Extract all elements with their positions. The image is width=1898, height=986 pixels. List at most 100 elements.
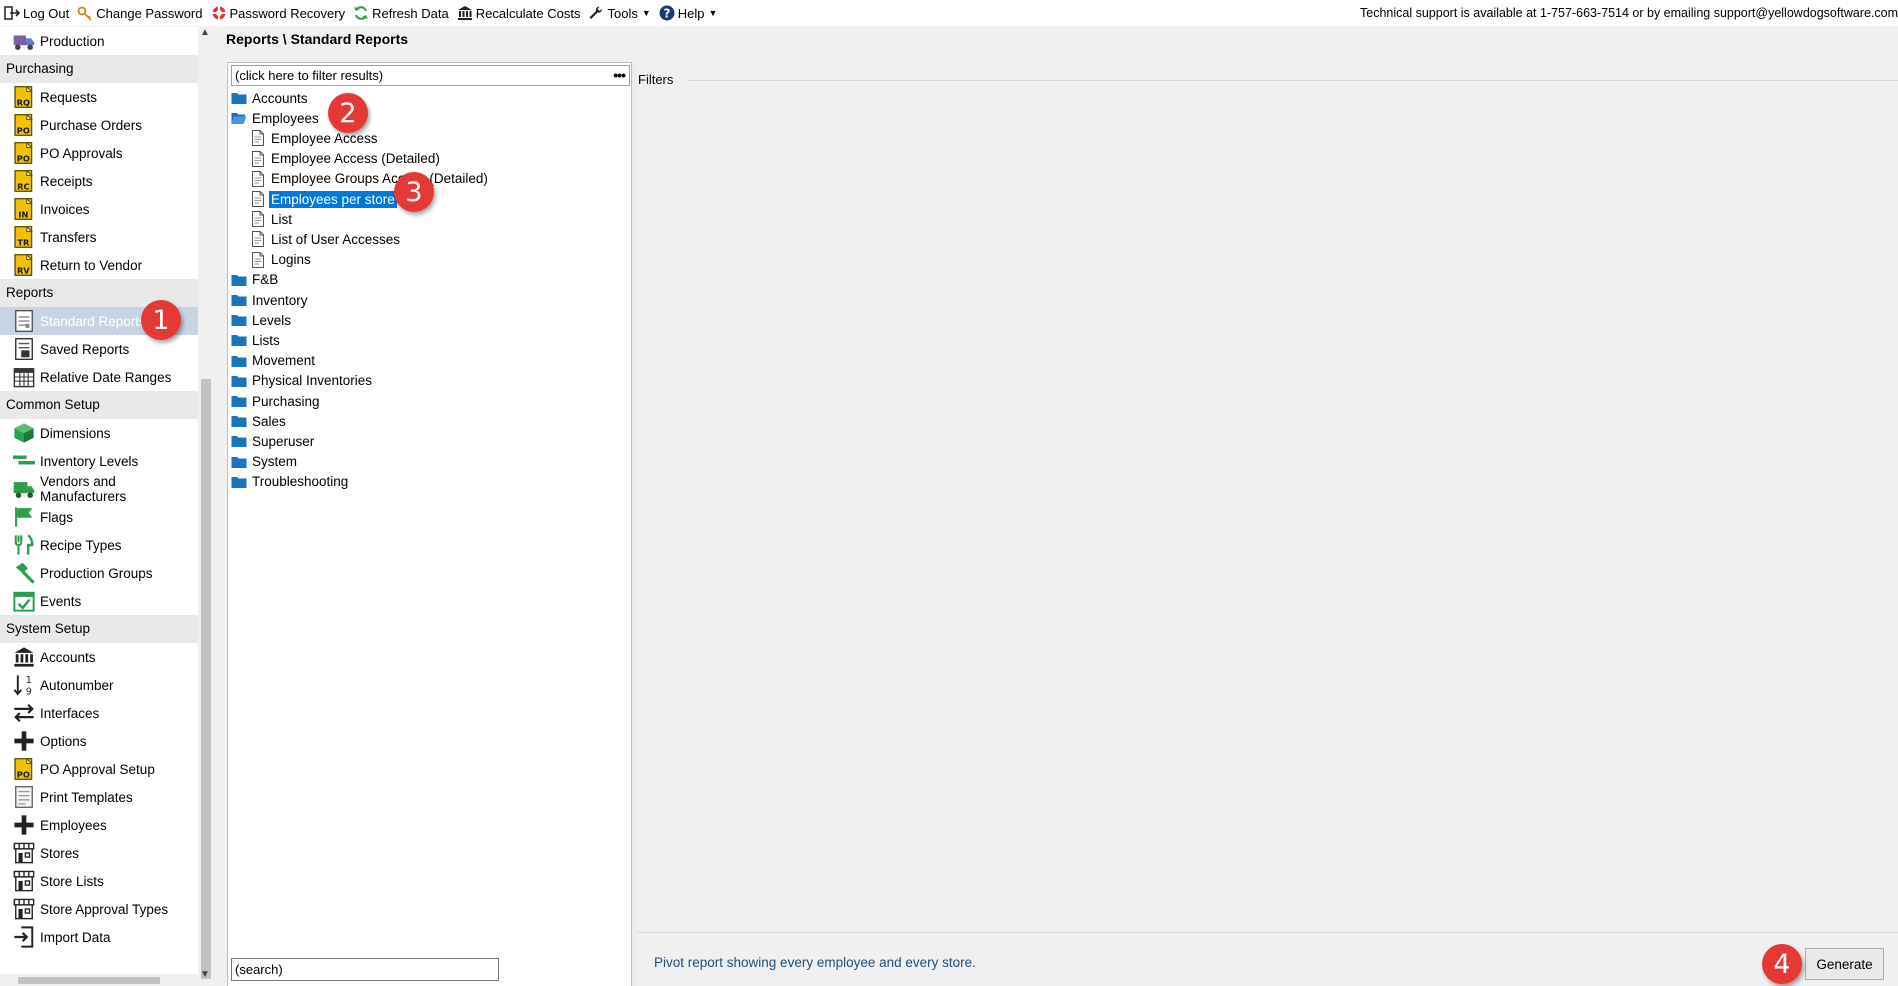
doc-po-icon: PO xyxy=(13,113,35,136)
report-description: Pivot report showing every employee and … xyxy=(654,955,976,970)
nav-item-store-approval-types[interactable]: Store Approval Types xyxy=(0,895,198,923)
nav-item-production[interactable]: Production xyxy=(0,27,198,55)
tree-label: Purchasing xyxy=(252,393,320,409)
sort-numeric-icon: 19 xyxy=(13,674,35,698)
nav-item-return-to-vendor[interactable]: RV Return to Vendor xyxy=(0,251,198,279)
toolbar-refresh-data[interactable]: Refresh Data xyxy=(353,5,449,21)
tree-folder-employees[interactable]: Employees xyxy=(231,108,321,128)
tree-folder-levels[interactable]: Levels xyxy=(231,310,293,330)
nav-item-po-approval-setup[interactable]: PO PO Approval Setup xyxy=(0,755,198,783)
nav-item-production-groups[interactable]: Production Groups xyxy=(0,559,198,587)
chevron-down-icon: ▼ xyxy=(708,8,718,18)
tree-report-employees-per-store[interactable]: Employees per store xyxy=(250,189,397,209)
nav-item-relative-date-ranges[interactable]: Relative Date Ranges xyxy=(0,363,198,391)
tree-folder-superuser[interactable]: Superuser xyxy=(231,431,316,451)
tree-folder-purchasing[interactable]: Purchasing xyxy=(231,391,322,411)
nav-item-saved-reports[interactable]: Saved Reports xyxy=(0,335,198,363)
folder-icon xyxy=(231,90,250,106)
nav-item-po-approvals[interactable]: PO PO Approvals xyxy=(0,139,198,167)
folder-icon xyxy=(231,272,250,288)
toolbar-help[interactable]: ? Help ▼ xyxy=(659,5,718,21)
nav-item-autonumber[interactable]: 1 9 Autonumber xyxy=(0,671,198,699)
nav-item-invoices[interactable]: IN Invoices xyxy=(0,195,198,223)
nav-item-label: Options xyxy=(40,733,87,749)
nav-item-purchase-orders[interactable]: PO Purchase Orders xyxy=(0,111,198,139)
nav-hscroll-thumb[interactable] xyxy=(18,977,160,984)
tree-report-employee-groups-access-detailed-[interactable]: Employee Groups Access (Detailed) xyxy=(250,169,490,189)
tree-folder-system[interactable]: System xyxy=(231,452,299,472)
doc-rc-icon: RC xyxy=(13,169,35,192)
nav-item-options[interactable]: Options xyxy=(0,727,198,755)
nav-item-interfaces[interactable]: Interfaces xyxy=(0,699,198,727)
nav-item-inventory-levels[interactable]: Inventory Levels xyxy=(0,447,198,475)
nav-item-import-data[interactable]: Import Data xyxy=(0,923,198,951)
hammer-icon xyxy=(13,562,35,584)
nav-item-requests[interactable]: RQ Requests xyxy=(0,83,198,111)
more-options-icon[interactable]: ••• xyxy=(613,66,626,85)
tree-report-list[interactable]: List xyxy=(250,209,294,229)
tree-report-employee-access[interactable]: Employee Access xyxy=(250,128,380,148)
toolbar-change-password[interactable]: Change Password xyxy=(77,5,203,21)
toolbar-recalculate-costs[interactable]: Recalculate Costs xyxy=(457,5,580,21)
nav-item-receipts[interactable]: RC Receipts xyxy=(0,167,198,195)
nav-item-employees[interactable]: Employees xyxy=(0,811,198,839)
nav-item-vendors-and-manufacturers[interactable]: Vendors and Manufacturers xyxy=(0,474,198,504)
tree-label: Employee Access (Detailed) xyxy=(271,151,440,167)
folder-icon xyxy=(231,454,250,470)
scroll-up-arrow-icon[interactable]: ▲ xyxy=(200,27,210,38)
tree-folder-accounts[interactable]: Accounts xyxy=(231,88,310,108)
tree-report-logins[interactable]: Logins xyxy=(250,250,313,270)
tree-folder-f-b[interactable]: F&B xyxy=(231,270,280,290)
nav-scrollbar-thumb[interactable] xyxy=(201,379,211,979)
tree-label: Superuser xyxy=(252,433,315,449)
store-icon xyxy=(13,842,35,864)
nav-item-label: Saved Reports xyxy=(40,341,130,357)
nav-item-stores[interactable]: Stores xyxy=(0,839,198,867)
tree-label: Employees per store xyxy=(269,190,397,208)
tree-report-employee-access-detailed-[interactable]: Employee Access (Detailed) xyxy=(250,149,442,169)
levels-icon xyxy=(13,450,35,472)
nav-item-accounts[interactable]: Accounts xyxy=(0,643,198,671)
folder-icon xyxy=(231,474,250,490)
search-input[interactable]: (search) xyxy=(231,958,499,981)
tree-folder-physical-inventories[interactable]: Physical Inventories xyxy=(231,371,374,391)
tree-folder-movement[interactable]: Movement xyxy=(231,351,317,371)
nav-horizontal-scrollbar[interactable] xyxy=(0,974,198,986)
nav-item-dimensions[interactable]: Dimensions xyxy=(0,419,198,447)
nav-vertical-scrollbar[interactable]: ▲ ▼ xyxy=(198,27,214,982)
nav-item-recipe-types[interactable]: Recipe Types xyxy=(0,531,198,559)
store-icon xyxy=(13,898,35,920)
report-doc-icon xyxy=(250,231,269,248)
tree-label: Employee Groups Access (Detailed) xyxy=(271,171,488,187)
nav-item-events[interactable]: Events xyxy=(0,587,198,615)
tree-folder-inventory[interactable]: Inventory xyxy=(231,290,310,310)
nav-section-system-setup: System Setup xyxy=(0,615,198,643)
nav-item-label: Flags xyxy=(40,509,74,525)
filters-divider xyxy=(687,80,1898,81)
toolbar-label: Tools xyxy=(607,5,638,21)
toolbar-log-out[interactable]: Log Out xyxy=(4,5,69,21)
nav-item-store-lists[interactable]: Store Lists xyxy=(0,867,198,895)
panel-splitter[interactable] xyxy=(632,62,637,986)
nav-item-transfers[interactable]: TR Transfers xyxy=(0,223,198,251)
scroll-down-arrow-icon[interactable]: ▼ xyxy=(200,969,210,980)
tree-report-list-of-user-accesses[interactable]: List of User Accesses xyxy=(250,229,402,249)
svg-text:9: 9 xyxy=(26,687,32,696)
nav-item-print-templates[interactable]: Print Templates xyxy=(0,783,198,811)
nav-section-common-setup: Common Setup xyxy=(0,391,198,419)
nav-item-label: Print Templates xyxy=(40,789,133,805)
generate-button[interactable]: Generate xyxy=(1805,948,1884,980)
tree-folder-lists[interactable]: Lists xyxy=(231,330,282,350)
toolbar-password-recovery[interactable]: Password Recovery xyxy=(211,5,345,21)
nav-item-flags[interactable]: Flags xyxy=(0,503,198,531)
folder-icon xyxy=(231,332,250,348)
filter-results-box[interactable]: (click here to filter results) ••• xyxy=(231,65,630,86)
doc-rq-icon: RQ xyxy=(13,85,35,108)
folder-icon xyxy=(231,373,250,389)
nav-item-label: Vendors and Manufacturers xyxy=(40,474,127,504)
folder-icon xyxy=(231,433,250,449)
tree-folder-sales[interactable]: Sales xyxy=(231,411,288,431)
toolbar-tools[interactable]: Tools ▼ xyxy=(588,5,651,21)
tree-folder-troubleshooting[interactable]: Troubleshooting xyxy=(231,472,350,492)
nav-item-label: Import Data xyxy=(40,929,111,945)
